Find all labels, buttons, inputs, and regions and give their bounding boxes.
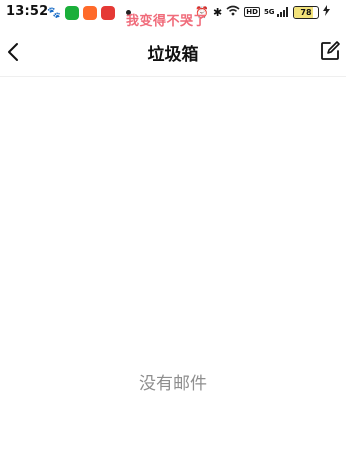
battery-percent: 78 — [300, 7, 312, 17]
red-app-icon — [101, 6, 115, 20]
green-app-icon — [65, 6, 79, 20]
signal-label: 5G — [263, 8, 275, 16]
edit-icon — [321, 41, 340, 60]
status-time: 13:52 — [6, 4, 49, 19]
wifi-icon — [226, 5, 240, 19]
notification-icons: 🐾 — [47, 6, 115, 20]
battery-icon: 78 — [293, 5, 319, 19]
page-title: 垃圾箱 — [147, 45, 199, 65]
system-icons: ⏰ ✱ HD 5G 78 — [195, 5, 330, 19]
empty-state-text: 没有邮件 — [139, 374, 207, 394]
bluetooth-icon: ✱ — [213, 5, 223, 19]
compose-button[interactable] — [318, 39, 342, 63]
navigation-bar: 垃圾箱 — [0, 28, 346, 77]
orange-app-icon — [83, 6, 97, 20]
lyric-overlay: 我变得不哭了 — [126, 14, 208, 29]
hd-icon: HD — [244, 7, 260, 17]
signal-icon: 5G — [264, 7, 289, 17]
paw-app-icon: 🐾 — [47, 6, 61, 20]
charging-icon — [323, 5, 330, 19]
